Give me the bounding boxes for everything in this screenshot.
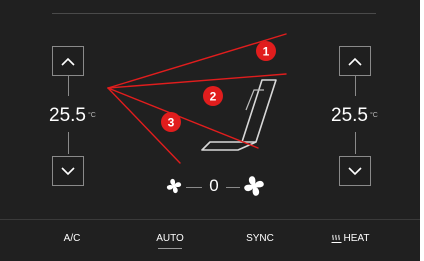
left-temp-unit: °C <box>87 112 96 119</box>
right-temp-value: 25.5 <box>331 105 368 127</box>
sync-button[interactable]: SYNC <box>236 233 284 245</box>
fan-low-icon[interactable] <box>166 178 182 194</box>
right-temp-track-bottom <box>355 132 356 154</box>
fan-track-right <box>226 187 240 188</box>
seat-airflow-graphic[interactable] <box>180 70 290 160</box>
right-temp-track-top <box>355 76 356 96</box>
fan-high-icon[interactable] <box>243 175 265 197</box>
callout-1-label: 1 <box>263 45 270 59</box>
auto-active-indicator <box>158 248 182 249</box>
left-temp-track-bottom <box>68 132 69 154</box>
annotation-ray-4 <box>107 87 181 164</box>
heat-button[interactable]: HEAT <box>322 233 378 245</box>
left-temp-track-top <box>68 76 69 96</box>
fan-track-left <box>186 187 202 188</box>
right-temp-up-button[interactable] <box>339 46 371 76</box>
ac-button-label: A/C <box>63 233 81 244</box>
auto-button[interactable]: AUTO <box>146 233 194 245</box>
left-temp-up-button[interactable] <box>52 46 84 76</box>
left-temp-value: 25.5 <box>49 105 86 127</box>
left-temp-display: 25.5 °C <box>49 105 96 127</box>
chevron-up-icon <box>348 57 362 66</box>
seat-base-outline <box>201 141 257 151</box>
right-temp-display: 25.5 °C <box>331 105 378 127</box>
fan-speed-row: 0 <box>0 172 420 202</box>
seat-back-outline <box>241 79 277 143</box>
seat-heat-icon <box>331 234 342 243</box>
climate-control-screen: 25.5 °C 25.5 °C 0 A/C AUTO SYNC HEAT 1 2… <box>0 0 420 261</box>
fan-speed-value: 0 <box>209 176 219 195</box>
auto-button-label: AUTO <box>156 233 184 244</box>
right-temp-unit: °C <box>369 112 378 119</box>
callout-1: 1 <box>256 41 276 61</box>
chevron-up-icon <box>61 57 75 66</box>
bottom-function-bar: A/C AUTO SYNC HEAT <box>0 220 420 261</box>
heat-button-label: HEAT <box>343 233 370 244</box>
ac-button[interactable]: A/C <box>50 233 94 245</box>
top-divider <box>52 13 376 14</box>
sync-button-label: SYNC <box>246 233 274 244</box>
callout-3: 3 <box>161 112 181 132</box>
callout-3-label: 3 <box>168 116 175 130</box>
